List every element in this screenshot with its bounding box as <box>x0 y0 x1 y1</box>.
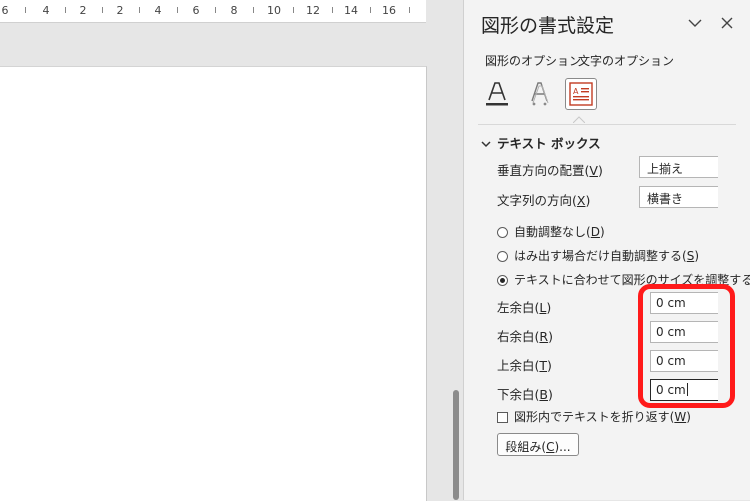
ruler-number: 2 <box>116 4 124 17</box>
textbox-icon[interactable]: A <box>565 78 597 110</box>
text-direction-select[interactable]: 横書き <box>639 186 718 208</box>
text-fill-outline-icon[interactable] <box>481 78 513 110</box>
selected-tab-indicator <box>572 112 586 124</box>
right-margin-label: 右余白(R) <box>497 329 553 344</box>
ruler-tick <box>25 7 26 13</box>
ruler-tick <box>139 7 140 13</box>
close-icon[interactable] <box>718 14 736 32</box>
ruler-tick <box>409 7 410 13</box>
ruler-number: 6 <box>1 4 9 17</box>
vertical-align-select[interactable]: 上揃え <box>639 156 718 178</box>
ruler-number: 16 <box>382 4 396 17</box>
section-title: テキスト ボックス <box>497 136 601 151</box>
wrap-text-checkbox-row[interactable]: 図形内でテキストを折り返す(W) <box>497 408 691 425</box>
svg-text:A: A <box>573 87 579 96</box>
top-margin-input[interactable]: 0 cm <box>650 350 718 372</box>
section-textbox-header[interactable]: テキスト ボックス <box>481 133 601 152</box>
ruler-number: 10 <box>267 4 281 17</box>
checkbox[interactable] <box>497 412 508 423</box>
ruler-tick <box>65 7 66 13</box>
ruler-number: 4 <box>42 4 50 17</box>
ruler-tick <box>102 7 103 13</box>
bottom-margin-input[interactable]: 0 cm <box>650 379 718 401</box>
ruler-tick <box>332 7 333 13</box>
ruler-tick <box>215 7 216 13</box>
document-page[interactable] <box>0 66 427 501</box>
radio-shrink-on-overflow[interactable]: はみ出す場合だけ自動調整する(S) <box>497 247 699 264</box>
text-effects-icon[interactable] <box>523 78 555 110</box>
radio-resize-shape-to-fit[interactable]: テキストに合わせて図形のサイズを調整する( <box>497 271 750 288</box>
right-margin-input[interactable]: 0 cm <box>650 321 718 343</box>
ruler-tick <box>253 7 254 13</box>
ruler-number: 12 <box>306 4 320 17</box>
scrollbar-thumb[interactable] <box>453 390 459 500</box>
ruler-number: 8 <box>230 4 238 17</box>
ruler-tick <box>177 7 178 13</box>
pane-title: 図形の書式設定 <box>481 15 615 37</box>
divider <box>478 124 736 125</box>
ruler-number: 6 <box>192 4 200 17</box>
top-margin-label: 上余白(T) <box>497 358 552 373</box>
chevron-down-icon[interactable] <box>686 14 704 32</box>
document-area: 6 4 2 2 4 6 8 10 12 14 16 <box>0 0 463 501</box>
bottom-margin-label: 下余白(B) <box>497 387 553 402</box>
vertical-align-label: 垂直方向の配置(V) <box>497 163 603 178</box>
ruler-tick <box>293 7 294 13</box>
left-margin-input[interactable]: 0 cm <box>650 292 718 314</box>
text-direction-label: 文字列の方向(X) <box>497 193 591 208</box>
tab-text-options[interactable]: 文字のオプション <box>578 52 674 69</box>
ruler-number: 4 <box>154 4 162 17</box>
chevron-down-icon <box>481 136 491 151</box>
radio-button[interactable] <box>497 227 508 238</box>
radio-no-autofit[interactable]: 自動調整なし(D) <box>497 223 605 240</box>
columns-button[interactable]: 段組み(C)... <box>497 433 579 456</box>
left-margin-label: 左余白(L) <box>497 300 552 315</box>
tab-shape-options[interactable]: 図形のオプション <box>485 52 581 69</box>
ruler-tick <box>370 7 371 13</box>
radio-button[interactable] <box>497 251 508 262</box>
ruler-number: 2 <box>79 4 87 17</box>
horizontal-ruler[interactable]: 6 4 2 2 4 6 8 10 12 14 16 <box>0 0 426 23</box>
ruler-number: 14 <box>344 4 358 17</box>
text-cursor <box>686 383 688 396</box>
radio-button-checked[interactable] <box>497 275 508 286</box>
format-shape-pane: 図形の書式設定 図形のオプション 文字のオプション A テキスト ボックス 垂直… <box>463 0 750 500</box>
